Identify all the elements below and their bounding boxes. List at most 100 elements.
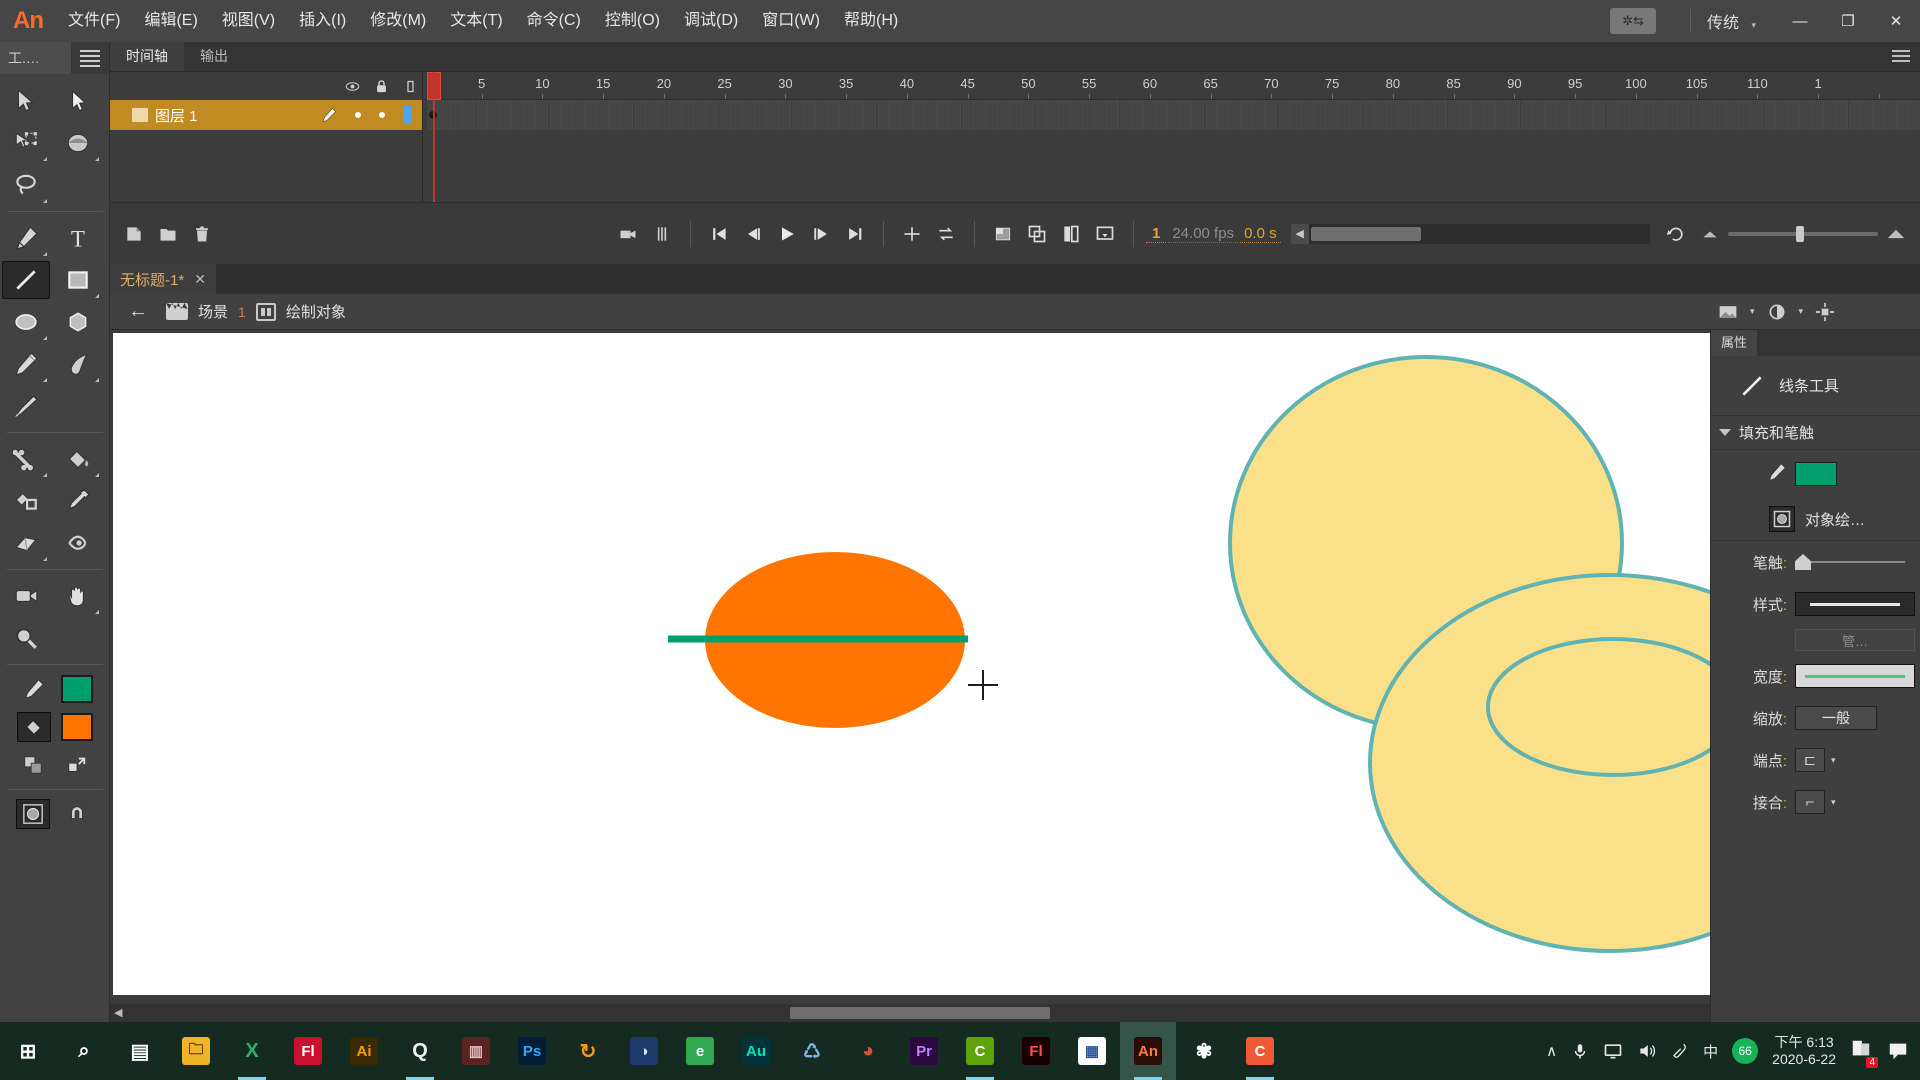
frame-cell[interactable] [937, 100, 950, 130]
scroll-left-arrow[interactable]: ◀ [114, 1006, 122, 1019]
menu-commands[interactable]: 命令(C) [515, 0, 593, 42]
display-icon[interactable] [1603, 1041, 1623, 1061]
panel-menu-icon[interactable] [71, 42, 109, 74]
menu-window[interactable]: 窗口(W) [750, 0, 832, 42]
maximize-button[interactable]: ❐ [1824, 0, 1872, 42]
subselection-tool[interactable] [52, 80, 104, 122]
menu-debug[interactable]: 调试(D) [672, 0, 750, 42]
frame-cell[interactable] [1678, 100, 1691, 130]
frame-cell[interactable] [694, 100, 707, 130]
slider-handle[interactable] [1795, 554, 1811, 570]
frame-cell[interactable] [1423, 100, 1436, 130]
frame-cell[interactable] [1119, 100, 1132, 130]
center-stage-icon[interactable] [1815, 302, 1835, 322]
menu-text[interactable]: 文本(T) [438, 0, 514, 42]
frame-cell[interactable] [1909, 100, 1920, 130]
width-tool[interactable] [52, 522, 104, 564]
task-view-icon[interactable]: ▤ [112, 1022, 168, 1080]
frame-cell[interactable] [1617, 100, 1630, 130]
frame-cell[interactable] [1143, 100, 1156, 130]
frame-cell[interactable] [998, 100, 1011, 130]
qq-icon[interactable]: Q [392, 1022, 448, 1080]
score-badge[interactable]: 66 [1732, 1038, 1759, 1064]
oval-tool[interactable] [0, 301, 52, 343]
selection-tool[interactable] [0, 80, 52, 122]
frame-cell[interactable] [1556, 100, 1569, 130]
frame-cell[interactable] [1350, 100, 1363, 130]
recycle-icon[interactable]: ♺ [784, 1022, 840, 1080]
loop-icon[interactable] [930, 218, 962, 250]
frame-cell[interactable] [1751, 100, 1764, 130]
frame-cell[interactable] [1471, 100, 1484, 130]
frame-cell[interactable] [597, 100, 610, 130]
brush-tool[interactable] [52, 343, 104, 385]
zoom-slider-knob[interactable] [1795, 225, 1804, 242]
frame-cell[interactable] [1484, 100, 1497, 130]
frame-cell[interactable] [1265, 100, 1278, 130]
frame-cell[interactable] [827, 100, 840, 130]
frame-cell[interactable] [1581, 100, 1594, 130]
frame-cell[interactable] [1763, 100, 1776, 130]
frame-cell[interactable] [1629, 100, 1642, 130]
panel-menu-icon[interactable] [1892, 50, 1910, 62]
frame-cell[interactable] [1289, 100, 1302, 130]
frame-cell[interactable] [1180, 100, 1193, 130]
frame-cell[interactable] [1642, 100, 1654, 130]
document-tab[interactable]: 无标题-1* ✕ [110, 264, 216, 294]
frame-cell[interactable] [730, 100, 743, 130]
chevron-down-icon[interactable]: ▾ [1831, 797, 1836, 808]
frame-cell[interactable] [718, 100, 731, 130]
frame-cell[interactable] [670, 100, 682, 130]
object-drawing-toggle[interactable] [15, 799, 50, 829]
frame-cell[interactable] [949, 100, 962, 130]
edit-multiple-frames-icon[interactable] [1021, 218, 1053, 250]
timeline-scrollbar[interactable]: ◀ [1290, 223, 1650, 244]
tab-output[interactable]: 输出 [184, 41, 244, 71]
camera-tool[interactable] [0, 575, 52, 617]
flash2-icon[interactable]: Fl [1008, 1022, 1064, 1080]
scrollbar-thumb[interactable] [1310, 226, 1421, 241]
eraser-tool[interactable] [0, 522, 52, 564]
frame-cell[interactable] [1010, 100, 1023, 130]
zoom-tool[interactable] [0, 617, 52, 659]
office-icon[interactable]: ▦ [1064, 1022, 1120, 1080]
browser-icon[interactable]: e [672, 1022, 728, 1080]
illustrator-icon[interactable]: Ai [336, 1022, 392, 1080]
frame-cell[interactable] [803, 100, 816, 130]
stroke-color-swatch[interactable] [1795, 462, 1837, 486]
frame-cell[interactable] [973, 100, 986, 130]
scroll-left-arrow[interactable]: ◀ [1290, 223, 1309, 244]
search-icon[interactable]: ⌕ [56, 1022, 112, 1080]
timeline-ruler[interactable]: 1510152025303540455055606570758085909510… [423, 72, 1920, 100]
frame-cell[interactable] [779, 100, 792, 130]
style-select[interactable] [1795, 592, 1920, 616]
width-select[interactable] [1795, 664, 1920, 688]
frame-cell[interactable] [657, 100, 670, 130]
snap-magnet-icon[interactable] [60, 799, 94, 829]
frame-cell[interactable] [706, 100, 719, 130]
premiere-icon[interactable]: Pr [896, 1022, 952, 1080]
frame-cell[interactable] [1666, 100, 1679, 130]
frame-cell[interactable] [852, 100, 865, 130]
frame-cell[interactable] [1508, 100, 1521, 130]
frame-cell[interactable] [1872, 100, 1885, 130]
pencil-tool[interactable] [0, 343, 52, 385]
close-button[interactable]: ✕ [1872, 0, 1920, 42]
frame-cell[interactable] [1313, 100, 1326, 130]
frame-cell[interactable] [1399, 100, 1411, 130]
frame-cell[interactable] [1593, 100, 1606, 130]
flash-icon[interactable]: Fl [280, 1022, 336, 1080]
pen-icon[interactable] [1671, 1041, 1689, 1061]
frame-cell[interactable] [1702, 100, 1715, 130]
frame-cell[interactable] [1520, 100, 1533, 130]
step-forward-icon[interactable] [805, 218, 837, 250]
frame-cell[interactable] [1131, 100, 1144, 130]
chevron-down-icon[interactable]: ▾ [1799, 306, 1804, 317]
go-to-start-icon[interactable] [703, 218, 735, 250]
frame-cell[interactable] [1095, 100, 1108, 130]
onion-skin-outline-icon[interactable] [987, 218, 1019, 250]
frame-cell[interactable] [1605, 100, 1618, 130]
pencil-icon[interactable] [321, 107, 337, 123]
frame-cell[interactable] [815, 100, 828, 130]
frame-cell[interactable] [1775, 100, 1788, 130]
